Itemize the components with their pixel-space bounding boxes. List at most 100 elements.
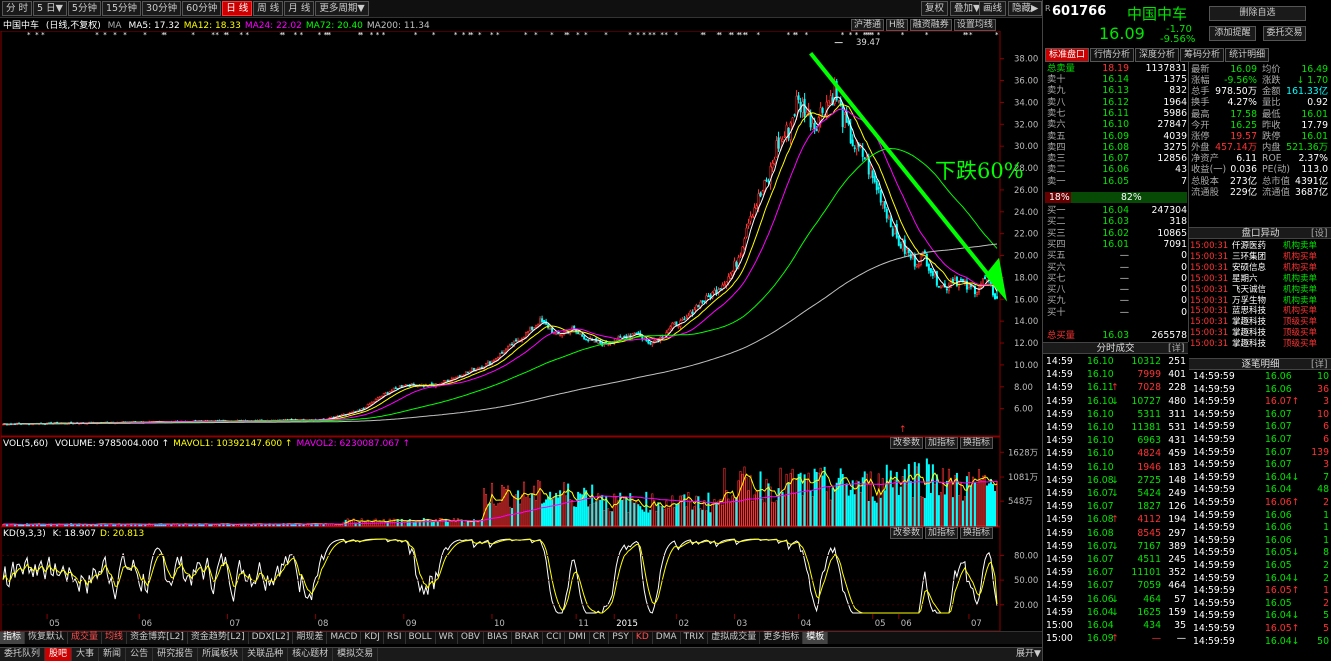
mover-name[interactable]: 掌趣科技 [1232, 339, 1266, 350]
quote-tab-3[interactable]: 筹码分析 [1180, 48, 1225, 62]
kd-button-2[interactable]: 换指标 [960, 527, 994, 539]
taskbar-item-5[interactable]: 研究报告 [153, 648, 199, 661]
indicator-tab-22[interactable]: TRIX [681, 632, 709, 644]
taskbar-item-4[interactable]: 公告 [126, 648, 154, 661]
taskbar-expand[interactable]: 展开▼ [1012, 648, 1046, 661]
ob-price: 18.19 [1102, 63, 1129, 74]
main-button-0[interactable]: 沪港通 [851, 19, 885, 31]
volume-bar [849, 489, 852, 527]
indicator-tab-3[interactable]: 均线 [102, 632, 128, 644]
mover-name[interactable]: 仟源医药 [1232, 241, 1266, 252]
period-button-2[interactable]: 5分钟 [67, 1, 101, 16]
period-button-0[interactable]: 分 时 [2, 1, 33, 16]
toolbar-right-button-0[interactable]: 复权 [921, 1, 949, 16]
mover-name[interactable]: 星期六 [1232, 274, 1258, 285]
toolbar-right-button-3[interactable]: 隐藏▶ [1008, 1, 1043, 16]
indicator-tab-25[interactable]: 模板 [803, 632, 829, 644]
ticks-detail-button[interactable]: [详] [1168, 343, 1185, 354]
taskbar-item-8[interactable]: 核心题材 [288, 648, 334, 661]
mover-action: 顶级买单 [1283, 328, 1318, 339]
detail-price: 16.05↓ [1265, 547, 1300, 559]
indicator-tab-21[interactable]: DMA [653, 632, 681, 644]
taskbar-item-3[interactable]: 新闻 [99, 648, 127, 661]
quote-button-1[interactable]: 添加提醒 [1209, 26, 1256, 41]
indicator-tab-13[interactable]: OBV [458, 632, 484, 644]
vol-button-0[interactable]: 改参数 [890, 437, 924, 449]
stat-value: 16.49 [1301, 64, 1328, 75]
volume-bar [10, 524, 13, 527]
period-button-8[interactable]: 月 线 [284, 1, 315, 16]
indicator-tab-8[interactable]: MACD [327, 632, 362, 644]
indicator-tab-12[interactable]: WR [436, 632, 458, 644]
indicator-tab-23[interactable]: 虚拟成交量 [708, 632, 761, 644]
indicator-tab-2[interactable]: 成交量 [68, 632, 103, 644]
indicator-tab-1[interactable]: 恢复默认 [25, 632, 69, 644]
indicator-tab-24[interactable]: 更多指标 [760, 632, 804, 644]
vol-button-1[interactable]: 加指标 [925, 437, 959, 449]
indicator-tab-9[interactable]: KDJ [361, 632, 384, 644]
indicator-tab-17[interactable]: DMI [565, 632, 590, 644]
mover-name[interactable]: 掌趣科技 [1232, 328, 1266, 339]
toolbar-right-button-2[interactable]: 画线 [979, 1, 1007, 16]
main-button-3[interactable]: 设置均线 [953, 19, 996, 31]
mover-name[interactable]: 万孚生物 [1232, 296, 1266, 307]
mover-name[interactable]: 飞天诚信 [1232, 285, 1266, 296]
indicator-tab-11[interactable]: BOLL [406, 632, 436, 644]
indicator-tab-14[interactable]: BIAS [484, 632, 512, 644]
tick-count: 228 [1168, 382, 1186, 394]
volume-bar [615, 496, 618, 527]
period-button-9[interactable]: 更多周期▼ [315, 1, 369, 16]
detail-price: 16.07 [1265, 408, 1292, 420]
candle [569, 329, 572, 336]
indicator-tab-0[interactable]: 指标 [0, 632, 26, 644]
indicator-tab-18[interactable]: CR [590, 632, 610, 644]
indicator-tab-6[interactable]: DDX[L2] [249, 632, 294, 644]
indicator-tab-19[interactable]: PSY [609, 632, 633, 644]
candle [739, 252, 742, 259]
kd-value-0: K: 18.907 [52, 529, 96, 539]
mover-name[interactable]: 蓝思科技 [1232, 306, 1266, 317]
volume-bar [967, 472, 970, 527]
taskbar-item-6[interactable]: 所属板块 [198, 648, 244, 661]
period-button-3[interactable]: 15分钟 [101, 1, 142, 16]
ob-volume: 1964 [1163, 96, 1187, 108]
indicator-tab-20[interactable]: KD [633, 632, 653, 644]
volume-bar [983, 475, 986, 527]
period-button-5[interactable]: 60分钟 [182, 1, 222, 16]
period-button-6[interactable]: 日 线 [222, 1, 253, 16]
volume-bar [667, 507, 670, 527]
main-button-1[interactable]: H股 [886, 19, 908, 31]
indicator-tab-5[interactable]: 资金趋势[L2] [188, 632, 249, 644]
period-button-7[interactable]: 周 线 [253, 1, 284, 16]
indicator-tab-4[interactable]: 资金博弈[L2] [127, 632, 188, 644]
period-button-4[interactable]: 30分钟 [142, 1, 182, 16]
indicator-tab-15[interactable]: BRAR [512, 632, 544, 644]
taskbar-item-1[interactable]: 股吧 [45, 648, 73, 661]
quote-tab-0[interactable]: 标准盘口 [1045, 48, 1090, 62]
quote-button-0[interactable]: 删除自选 [1209, 6, 1306, 21]
details-detail-button[interactable]: [详] [1311, 359, 1328, 370]
movers-setting[interactable]: [设] [1311, 228, 1328, 239]
ob-volume: 0 [1181, 272, 1187, 284]
main-button-2[interactable]: 融资融券 [909, 19, 952, 31]
vol-button-2[interactable]: 换指标 [960, 437, 994, 449]
indicator-tab-7[interactable]: 期现差 [293, 632, 328, 644]
taskbar-item-0[interactable]: 委托队列 [0, 648, 46, 661]
quote-tab-1[interactable]: 行情分析 [1090, 48, 1135, 62]
indicator-tab-10[interactable]: RSI [384, 632, 406, 644]
kd-button-1[interactable]: 加指标 [925, 527, 959, 539]
taskbar-item-9[interactable]: 模拟交易 [333, 648, 379, 661]
kd-button-0[interactable]: 改参数 [890, 527, 924, 539]
taskbar-item-2[interactable]: 大事 [72, 648, 100, 661]
mover-name[interactable]: 安硕信息 [1232, 263, 1266, 274]
taskbar-item-7[interactable]: 关联品种 [243, 648, 289, 661]
mover-name[interactable]: 掌趣科技 [1232, 317, 1266, 328]
quote-tab-2[interactable]: 深度分析 [1135, 48, 1180, 62]
candle [647, 339, 650, 345]
quote-tab-4[interactable]: 统计明细 [1225, 48, 1270, 62]
svg-text:*: * [318, 31, 322, 39]
quote-button-2[interactable]: 委托交易 [1263, 26, 1306, 41]
period-button-1[interactable]: 5 日▼ [33, 1, 67, 16]
indicator-tab-16[interactable]: CCI [543, 632, 566, 644]
mover-name[interactable]: 三环集团 [1232, 252, 1266, 263]
